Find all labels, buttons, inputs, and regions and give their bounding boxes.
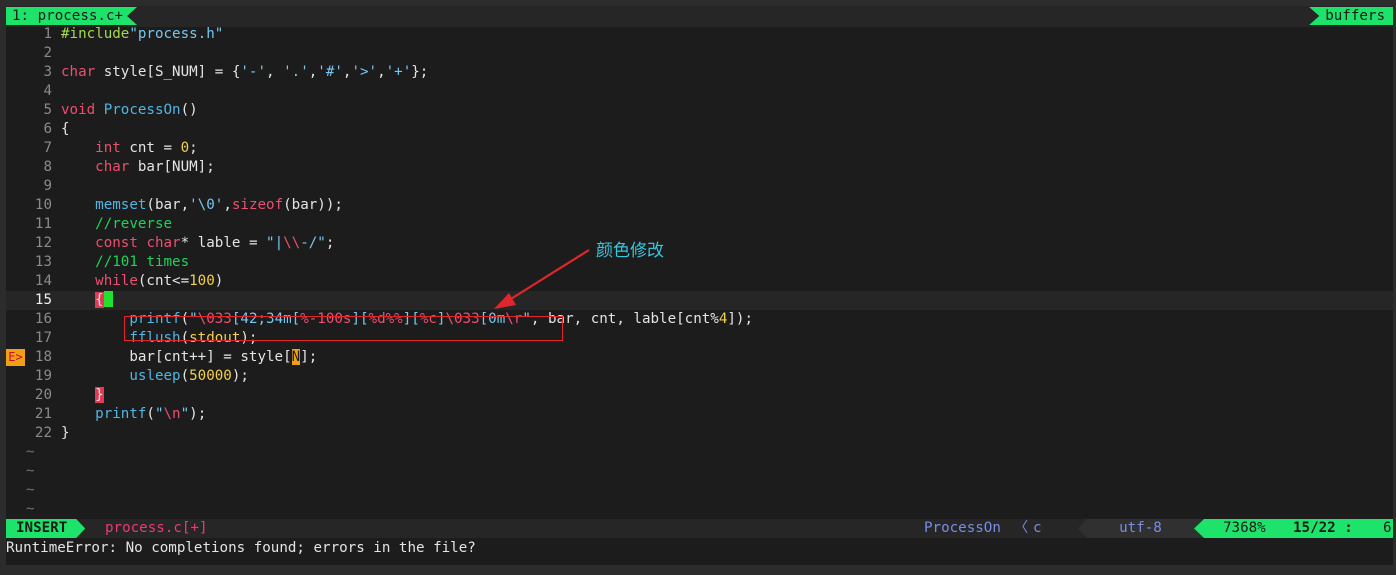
status-filename: process.c[+]: [105, 520, 208, 536]
chevron-left-icon: 〈: [1014, 520, 1029, 536]
encoding-segment: utf-8: [1078, 519, 1203, 538]
vim-editor[interactable]: 1: process.c+ buffers 1 #include"process.…: [6, 6, 1393, 565]
status-column: 6: [1383, 520, 1392, 536]
status-function: ProcessOn: [924, 520, 1001, 536]
mode-indicator: INSERT: [6, 519, 85, 538]
command-line[interactable]: RuntimeError: No completions found; erro…: [6, 538, 1393, 558]
annotation-label: 颜色修改: [596, 241, 664, 261]
position-segment: 7368% 15/22 : 6: [1194, 519, 1393, 538]
status-line-col: 15/22 :: [1293, 520, 1353, 536]
status-encoding: utf-8: [1119, 520, 1162, 536]
status-percent: 7368%: [1223, 520, 1266, 536]
status-filetype: c: [1033, 520, 1042, 536]
annotation-arrow-icon: [494, 249, 590, 309]
statusline: INSERT process.c[+] ProcessOn 〈 c utf-8 …: [6, 519, 1393, 538]
terminal-frame: 1: process.c+ buffers 1 #include"process.…: [0, 0, 1396, 575]
